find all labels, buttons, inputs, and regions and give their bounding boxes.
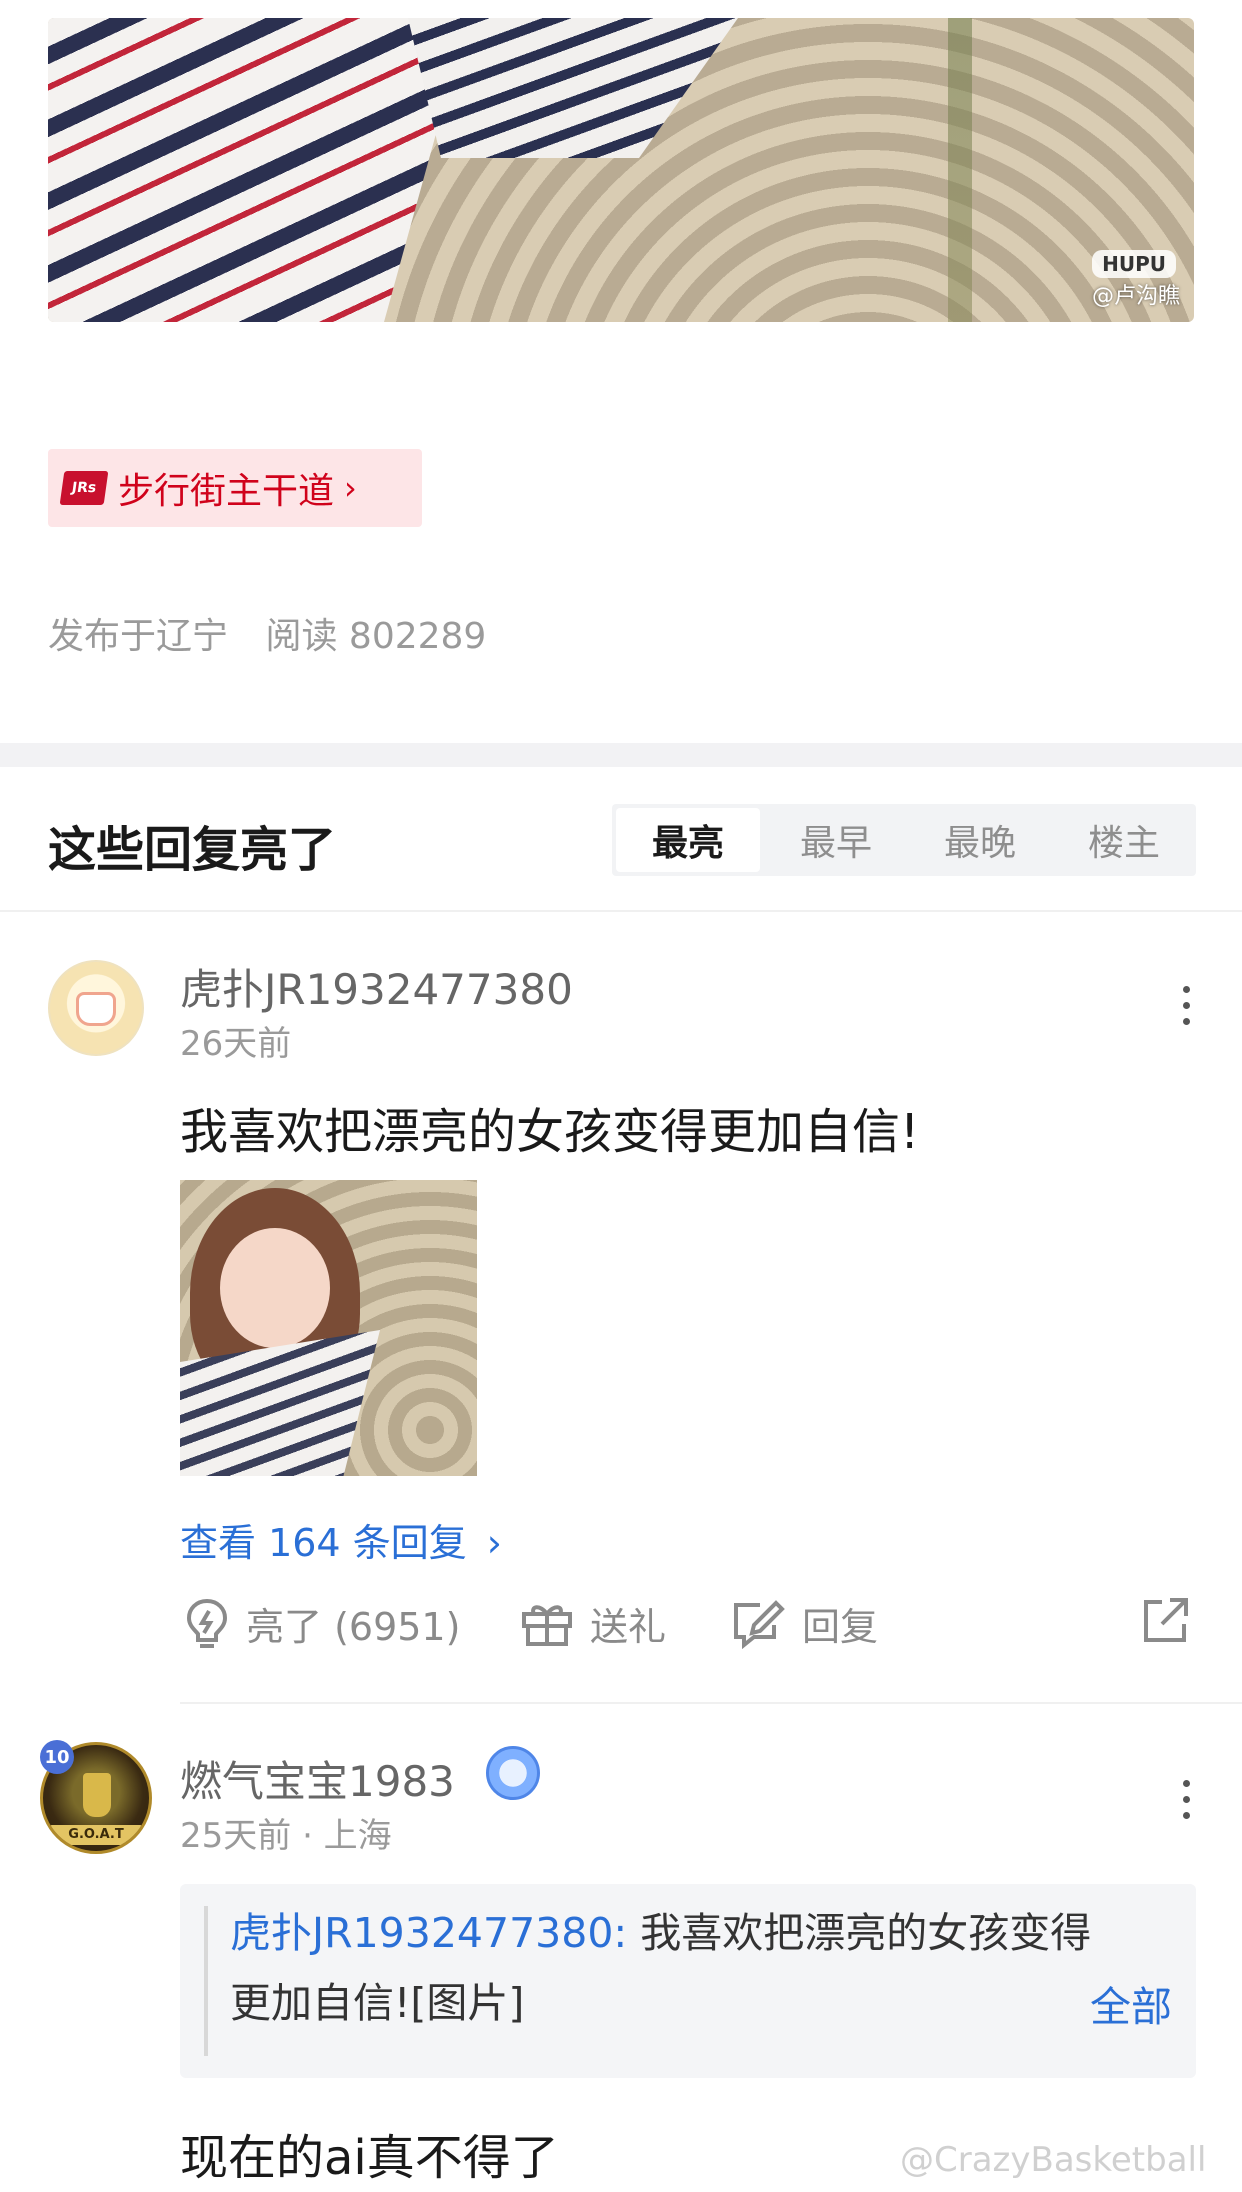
topic-label: 步行街主干道 [118, 471, 335, 512]
jrs-logo-icon: JRs [59, 471, 109, 505]
level-badge: 10 [40, 1740, 74, 1774]
comment-username[interactable]: 虎扑JR1932477380 [180, 956, 573, 1017]
tab-latest[interactable]: 最晚 [908, 804, 1052, 876]
more-options-icon[interactable] [1180, 1780, 1192, 1828]
tab-op[interactable]: 楼主 [1052, 804, 1196, 876]
photo-face [220, 1228, 330, 1348]
lightbulb-icon [186, 1598, 228, 1648]
more-options-icon[interactable] [1180, 986, 1192, 1034]
image-credit: @卢沟瞧 [1091, 284, 1180, 309]
comment-time: 25天前 · 上海 [180, 1816, 392, 1856]
comment-image[interactable] [180, 1180, 477, 1476]
post-read-count: 阅读 802289 [265, 616, 487, 657]
chevron-right-icon: › [486, 1521, 502, 1565]
divider [180, 1702, 1242, 1704]
expand-all-link[interactable]: 全部 [1090, 1972, 1172, 2042]
quoted-comment[interactable]: 虎扑JR1932477380: 我喜欢把漂亮的女孩变得更加自信![图片] 全部 [180, 1884, 1196, 2078]
tab-brightest[interactable]: 最亮 [616, 808, 760, 872]
hupu-watermark: HUPU [1092, 250, 1176, 278]
gift-button[interactable]: 送礼 [520, 1596, 666, 1651]
gift-icon [522, 1604, 572, 1646]
quoted-username[interactable]: 虎扑JR1932477380: [230, 1909, 627, 1957]
photo-grass [948, 18, 972, 322]
comment-text: 我喜欢把漂亮的女孩变得更加自信! [180, 1104, 920, 1160]
photo-clothing [408, 18, 738, 158]
avatar-caption: G.O.A.T [49, 1825, 143, 1845]
sort-tabs: 最亮 最早 最晚 楼主 [612, 804, 1196, 876]
watermark: @CrazyBasketball [900, 2140, 1207, 2180]
like-label: 亮了 (6951) [246, 1605, 461, 1649]
reply-label: 回复 [802, 1605, 879, 1649]
gift-label: 送礼 [590, 1605, 667, 1649]
user-badge-icon[interactable] [486, 1746, 540, 1800]
reply-button[interactable]: 回复 [730, 1596, 878, 1651]
like-button[interactable]: 亮了 (6951) [184, 1596, 460, 1651]
avatar-face-icon [76, 992, 116, 1026]
post-meta: 发布于辽宁 阅读 802289 [48, 607, 486, 659]
quote-bar [204, 1906, 208, 2056]
comment-time: 26天前 [180, 1024, 292, 1064]
comment-username[interactable]: 燃气宝宝1983 [180, 1748, 455, 1809]
edit-reply-icon [734, 1599, 785, 1649]
share-icon [1144, 1598, 1188, 1642]
tab-earliest[interactable]: 最早 [764, 804, 908, 876]
comment-text: 现在的ai真不得了 [180, 2130, 559, 2186]
replies-section-title: 这些回复亮了 [48, 822, 337, 878]
post-image[interactable]: HUPU @卢沟瞧 [48, 18, 1194, 322]
view-replies-link[interactable]: 查看 164 条回复 › [180, 1512, 502, 1567]
divider [0, 910, 1242, 912]
share-button[interactable] [1140, 1596, 1206, 1646]
section-divider [0, 743, 1242, 767]
trophy-icon [83, 1773, 111, 1817]
avatar[interactable] [48, 960, 144, 1056]
post-location: 发布于辽宁 [48, 616, 229, 657]
photo-clothing [48, 18, 468, 322]
quote-text: 虎扑JR1932477380: 我喜欢把漂亮的女孩变得更加自信![图片] [230, 1898, 1130, 2038]
view-replies-label: 查看 164 条回复 [180, 1521, 467, 1565]
topic-tag[interactable]: JRs 步行街主干道 › [48, 449, 422, 527]
chevron-right-icon: › [344, 469, 357, 507]
